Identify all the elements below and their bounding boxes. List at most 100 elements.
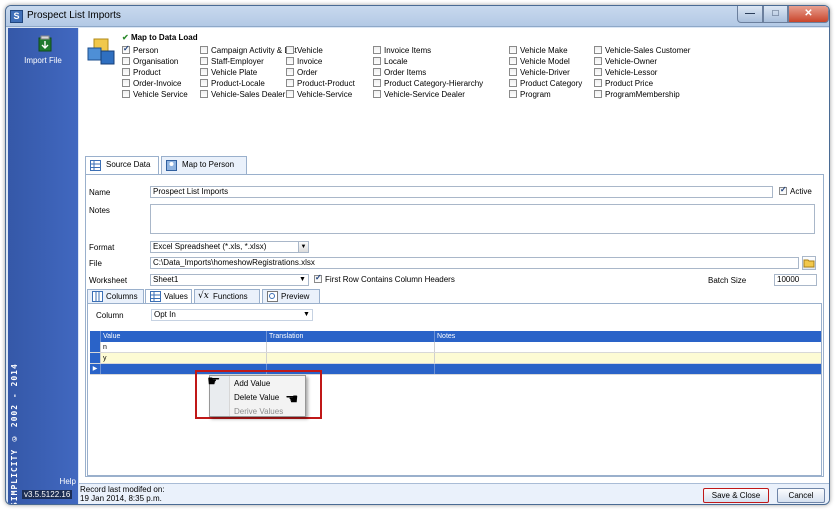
entity-checkbox-vehicle-owner[interactable]: Vehicle-Owner [594,57,657,67]
close-button[interactable]: ✕ [788,6,829,23]
values-grid-icon [150,291,161,302]
browse-file-button[interactable] [802,256,816,270]
entity-checkbox-vehicle-service-dealer[interactable]: Vehicle-Service Dealer [373,90,465,100]
entity-checkbox-vehicle-service[interactable]: Vehicle-Service [286,90,352,100]
entity-checkbox-product-product[interactable]: Product-Product [286,79,355,89]
subtab-functions[interactable]: √x Functions [194,289,260,303]
last-modified-label: Record last modifed on: [80,485,165,494]
entity-checkbox-product-category-hierarchy[interactable]: Product Category-Hierarchy [373,79,483,89]
checkbox-box [594,68,602,76]
format-dropdown[interactable]: Excel Spreadsheet (*.xls, *.xlsx) ▼ [150,241,309,253]
subtab-preview[interactable]: Preview [262,289,320,303]
cancel-button[interactable]: Cancel [777,488,825,503]
cell-notes[interactable] [434,342,821,352]
entity-checkbox-vehicle-make[interactable]: Vehicle Make [509,46,568,56]
subtab-values[interactable]: Values [145,289,192,304]
entity-checkbox-vehicle-service[interactable]: Vehicle Service [122,90,188,100]
entity-checkbox-staff-employer[interactable]: Staff-Employer [200,57,264,67]
entity-checkbox-invoice[interactable]: Invoice [286,57,322,67]
map-title-text: Map to Data Load [130,33,198,42]
name-field[interactable]: Prospect List Imports [150,186,773,198]
entity-checkbox-vehicle-sales-dealer[interactable]: Vehicle-Sales Dealer [200,90,285,100]
cell-value[interactable]: n [100,342,266,352]
current-row-arrow-icon[interactable]: ▶ [90,364,100,374]
entity-checkbox-program[interactable]: Program [509,90,551,100]
subtab-columns[interactable]: Columns [87,289,144,303]
entity-checkbox-product-category[interactable]: Product Category [509,79,582,89]
entity-checkbox-vehicle-plate[interactable]: Vehicle Plate [200,68,257,78]
header-translation[interactable]: Translation [266,331,434,342]
batch-size-label: Batch Size [708,276,747,285]
table-row[interactable]: y [90,353,821,364]
cell-translation[interactable] [266,342,434,352]
help-link[interactable]: Help [8,477,76,486]
checkbox-box [286,90,294,98]
minimize-button[interactable]: — [737,6,763,23]
table-row[interactable]: n [90,342,821,353]
checkbox-box [594,79,602,87]
entity-checkbox-order[interactable]: Order [286,68,317,78]
first-row-headers-checkbox[interactable]: First Row Contains Column Headers [314,273,455,285]
entity-checkbox-locale[interactable]: Locale [373,57,408,67]
entity-checkbox-vehicle-sales-customer[interactable]: Vehicle-Sales Customer [594,46,690,56]
entity-checkbox-vehicle[interactable]: Vehicle [286,46,323,56]
checkmark-icon: ✔ [122,33,129,42]
cell-notes[interactable] [434,364,821,374]
entity-checkbox-order-items[interactable]: Order Items [373,68,426,78]
checkbox-box [594,46,602,54]
checkbox-label: Program [520,90,551,99]
checkbox-box [286,79,294,87]
cell-notes[interactable] [434,353,821,363]
checkbox-label: Person [133,46,159,55]
cell-translation[interactable] [266,353,434,363]
checkbox-box [373,68,381,76]
cell-value[interactable]: y [100,353,266,363]
menu-item-add-value[interactable]: Add Value [234,379,270,388]
import-file-button[interactable]: Import File [8,56,78,65]
entity-checkbox-vehicle-model[interactable]: Vehicle Model [509,57,570,67]
checkbox-label: Product Category [520,79,583,88]
row-header[interactable] [90,342,100,352]
entity-checkbox-vehicle-driver[interactable]: Vehicle-Driver [509,68,570,78]
title-bar[interactable]: S Prospect List Imports — □ ✕ [6,6,829,27]
batch-size-field[interactable]: 10000 [774,274,817,286]
subtab-columns-label: Columns [106,292,138,301]
entity-checkbox-product[interactable]: Product [122,68,161,78]
checkbox-label: Invoice Items [384,46,432,55]
entity-checkbox-vehicle-lessor[interactable]: Vehicle-Lessor [594,68,657,78]
tab-source-data[interactable]: Source Data [85,156,159,175]
checkbox-box [509,90,517,98]
checkbox-label: Vehicle-Owner [605,57,658,66]
entity-checkbox-invoice-items[interactable]: Invoice Items [373,46,431,56]
column-dropdown[interactable]: Opt In ▼ [151,309,313,321]
notes-field[interactable] [150,204,815,234]
checkbox-label: Organisation [133,57,179,66]
menu-item-derive-values[interactable]: Derive Values [234,407,283,416]
data-load-icon [87,38,115,65]
import-file-icon[interactable] [37,34,53,52]
tab-map-to-person[interactable]: Map to Person [161,156,247,174]
entity-checkbox-product-locale[interactable]: Product-Locale [200,79,265,89]
save-close-button[interactable]: Save & Close [703,488,769,503]
map-person-icon [166,160,177,171]
entity-checkbox-person[interactable]: Person [122,44,159,56]
file-path-field[interactable]: C:\Data_Imports\homeshowRegistrations.xl… [150,257,799,269]
maximize-button[interactable]: □ [763,6,788,23]
row-header[interactable] [90,353,100,363]
active-checkbox[interactable]: Active [779,185,812,197]
menu-item-delete-value[interactable]: Delete Value [234,393,279,402]
entity-checkbox-campaign-activity-list[interactable]: Campaign Activity & List [200,46,297,56]
values-grid-header: Value Translation Notes [90,331,821,342]
header-value[interactable]: Value [100,331,266,342]
checkbox-label: Order [297,68,318,77]
entity-checkbox-programmembership[interactable]: ProgramMembership [594,90,680,100]
function-fx-icon: √x [198,291,209,301]
entity-checkbox-organisation[interactable]: Organisation [122,57,178,67]
header-notes[interactable]: Notes [434,331,821,342]
entity-checkbox-product-price[interactable]: Product Price [594,79,653,89]
pointing-hand-icon: ☛ [207,373,221,390]
entity-checkbox-order-invoice[interactable]: Order-Invoice [122,79,181,89]
worksheet-dropdown[interactable]: Sheet1 ▼ [150,274,309,286]
checkbox-label: Vehicle [297,46,323,55]
checkbox-box [373,90,381,98]
